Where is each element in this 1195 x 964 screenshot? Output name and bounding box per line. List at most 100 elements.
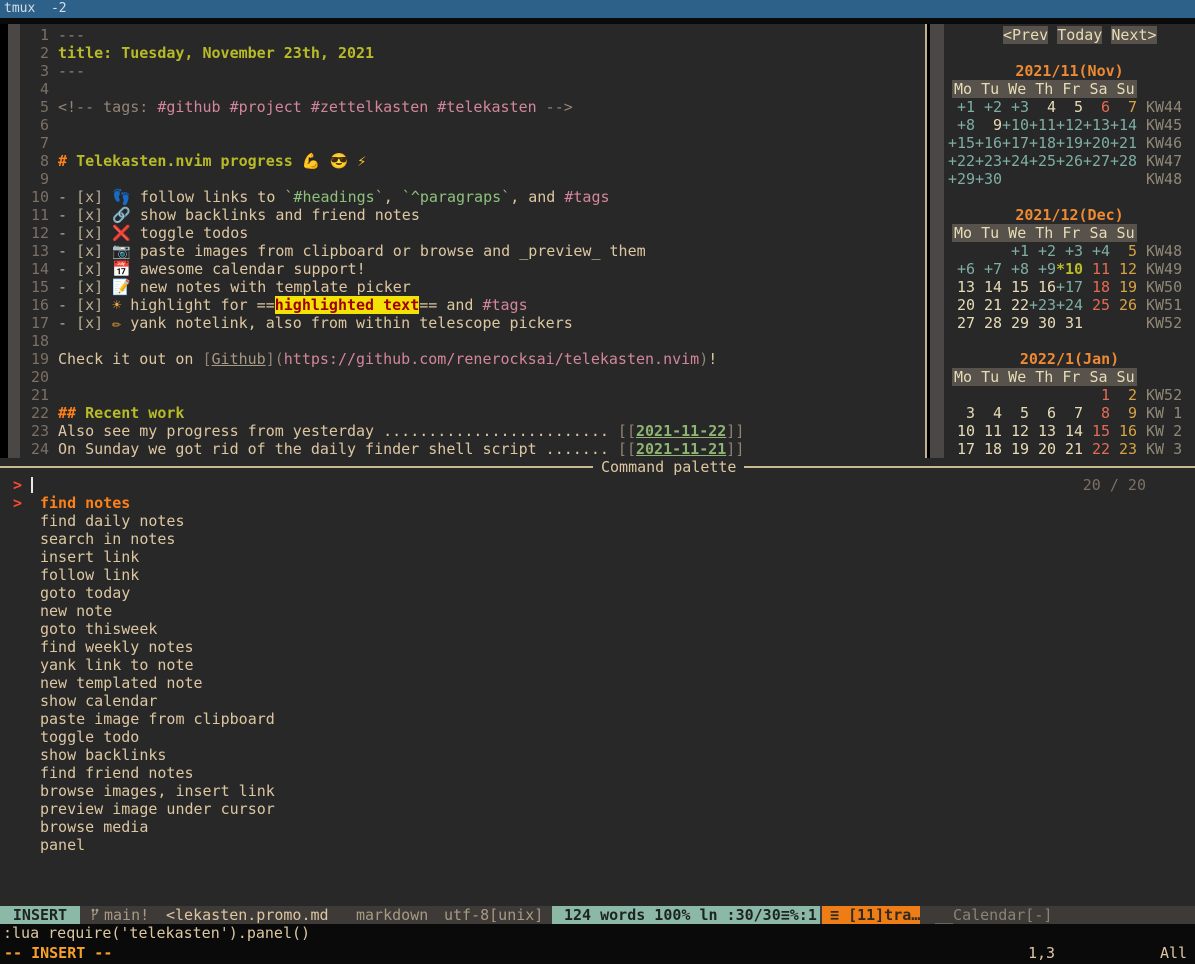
- calendar-day[interactable]: 18: [975, 440, 1002, 458]
- editor-line[interactable]: 21: [20, 386, 925, 404]
- palette-item[interactable]: browse images, insert link: [0, 782, 1195, 800]
- calendar-day[interactable]: +29: [948, 170, 975, 188]
- calendar-day[interactable]: 13: [1029, 422, 1056, 440]
- calendar-day[interactable]: +27: [1083, 152, 1110, 170]
- palette-item[interactable]: yank link to note: [0, 656, 1195, 674]
- calendar-day[interactable]: 29: [1002, 314, 1029, 332]
- calendar-day[interactable]: 14: [975, 278, 1002, 296]
- calendar-day[interactable]: 15: [1002, 278, 1029, 296]
- calendar-day[interactable]: 12: [1002, 422, 1029, 440]
- calendar-day[interactable]: 11: [975, 422, 1002, 440]
- editor-line[interactable]: 23Also see my progress from yesterday ..…: [20, 422, 925, 440]
- calendar-day[interactable]: +24: [1002, 152, 1029, 170]
- editor-scrollbar[interactable]: [8, 24, 20, 458]
- editor-line[interactable]: 13- [x] 📷 paste images from clipboard or…: [20, 242, 925, 260]
- calendar-day[interactable]: +2: [975, 98, 1002, 116]
- calendar-day[interactable]: +23: [1029, 296, 1056, 314]
- editor-line[interactable]: 4: [20, 80, 925, 98]
- calendar-day[interactable]: 21: [975, 296, 1002, 314]
- editor-line[interactable]: 7: [20, 134, 925, 152]
- palette-item[interactable]: find weekly notes: [0, 638, 1195, 656]
- calendar-day[interactable]: 3: [948, 404, 975, 422]
- palette-item[interactable]: new note: [0, 602, 1195, 620]
- calendar-day[interactable]: +24: [1056, 296, 1083, 314]
- calendar-day[interactable]: 11: [1083, 260, 1110, 278]
- calendar-day[interactable]: +7: [975, 260, 1002, 278]
- calendar-day[interactable]: +13: [1083, 116, 1110, 134]
- calendar-day[interactable]: +9: [1029, 260, 1056, 278]
- calendar-day[interactable]: +8: [948, 116, 975, 134]
- calendar-day[interactable]: 19: [1002, 440, 1029, 458]
- calendar-day[interactable]: 9: [1110, 404, 1137, 422]
- editor-line[interactable]: 17- [x] ✏ yank notelink, also from withi…: [20, 314, 925, 332]
- palette-item[interactable]: follow link: [0, 566, 1195, 584]
- calendar-day[interactable]: 9: [975, 116, 1002, 134]
- calendar-day[interactable]: 25: [1083, 296, 1110, 314]
- palette-item[interactable]: find daily notes: [0, 512, 1195, 530]
- calendar-day[interactable]: 21: [1056, 440, 1083, 458]
- editor-line[interactable]: 11- [x] 🔗 show backlinks and friend note…: [20, 206, 925, 224]
- calendar-day[interactable]: 31: [1056, 314, 1083, 332]
- calendar-day[interactable]: +1: [1002, 242, 1029, 260]
- calendar-day[interactable]: 16: [1029, 278, 1056, 296]
- calendar-day[interactable]: 2: [1110, 386, 1137, 404]
- palette-item[interactable]: show backlinks: [0, 746, 1195, 764]
- palette-item[interactable]: search in notes: [0, 530, 1195, 548]
- calendar-day[interactable]: 17: [948, 440, 975, 458]
- calendar-day[interactable]: 26: [1110, 296, 1137, 314]
- calendar-day[interactable]: 7: [1110, 98, 1137, 116]
- calendar-day[interactable]: +11: [1029, 116, 1056, 134]
- calendar-day[interactable]: 15: [1083, 422, 1110, 440]
- editor-line[interactable]: 10- [x] 👣 follow links to `#headings`, `…: [20, 188, 925, 206]
- calendar-day[interactable]: +17: [1002, 134, 1029, 152]
- calendar-day[interactable]: 18: [1083, 278, 1110, 296]
- editor-line[interactable]: 9: [20, 170, 925, 188]
- calendar-day[interactable]: +19: [1056, 134, 1083, 152]
- calendar-day[interactable]: +1: [948, 98, 975, 116]
- calendar-day[interactable]: 5: [1110, 242, 1137, 260]
- palette-item[interactable]: paste image from clipboard: [0, 710, 1195, 728]
- editor-line[interactable]: 18: [20, 332, 925, 350]
- calendar-day[interactable]: 28: [975, 314, 1002, 332]
- calendar-day[interactable]: 4: [975, 404, 1002, 422]
- palette-item[interactable]: browse media: [0, 818, 1195, 836]
- palette-item[interactable]: toggle todo: [0, 728, 1195, 746]
- calendar-day[interactable]: 20: [948, 296, 975, 314]
- calendar-day[interactable]: *10: [1056, 260, 1083, 278]
- calendar-day[interactable]: +2: [1029, 242, 1056, 260]
- calendar-day[interactable]: 22: [1083, 440, 1110, 458]
- filename-label[interactable]: <lekasten.promo.md: [166, 906, 329, 924]
- calendar-day[interactable]: +17: [1056, 278, 1083, 296]
- editor-line[interactable]: 19Check it out on [Github](https://githu…: [20, 350, 925, 368]
- calendar-day[interactable]: 14: [1056, 422, 1083, 440]
- calendar-day[interactable]: 19: [1110, 278, 1137, 296]
- calendar-scrollbar[interactable]: [930, 24, 944, 458]
- calendar-day[interactable]: 13: [948, 278, 975, 296]
- palette-item[interactable]: goto thisweek: [0, 620, 1195, 638]
- calendar-day[interactable]: 20: [1029, 440, 1056, 458]
- calendar-day[interactable]: +26: [1056, 152, 1083, 170]
- calendar-day[interactable]: 5: [1002, 404, 1029, 422]
- calendar-nav-button-prev[interactable]: <Prev: [1003, 26, 1048, 44]
- calendar-day[interactable]: +25: [1029, 152, 1056, 170]
- calendar-day[interactable]: +21: [1110, 134, 1137, 152]
- editor-line[interactable]: 8# Telekasten.nvim progress 💪 😎 ⚡: [20, 152, 925, 170]
- editor-line[interactable]: 22## Recent work: [20, 404, 925, 422]
- calendar-day[interactable]: +6: [948, 260, 975, 278]
- calendar-day[interactable]: 12: [1110, 260, 1137, 278]
- palette-prompt[interactable]: > 20 / 20: [0, 476, 1195, 494]
- calendar-day[interactable]: +30: [975, 170, 1002, 188]
- editor-line[interactable]: 16- [x] ☀ highlight for ==highlighted te…: [20, 296, 925, 314]
- editor-line[interactable]: 6: [20, 116, 925, 134]
- calendar-window-label[interactable]: __Calendar[-]: [935, 906, 1052, 924]
- palette-item[interactable]: find friend notes: [0, 764, 1195, 782]
- calendar-day[interactable]: +10: [1002, 116, 1029, 134]
- calendar-day[interactable]: +14: [1110, 116, 1137, 134]
- calendar-day[interactable]: +8: [1002, 260, 1029, 278]
- calendar-day[interactable]: 16: [1110, 422, 1137, 440]
- calendar-day[interactable]: 5: [1056, 98, 1083, 116]
- palette-item[interactable]: show calendar: [0, 692, 1195, 710]
- calendar-day[interactable]: 30: [1029, 314, 1056, 332]
- editor-line[interactable]: 20: [20, 368, 925, 386]
- palette-item[interactable]: goto today: [0, 584, 1195, 602]
